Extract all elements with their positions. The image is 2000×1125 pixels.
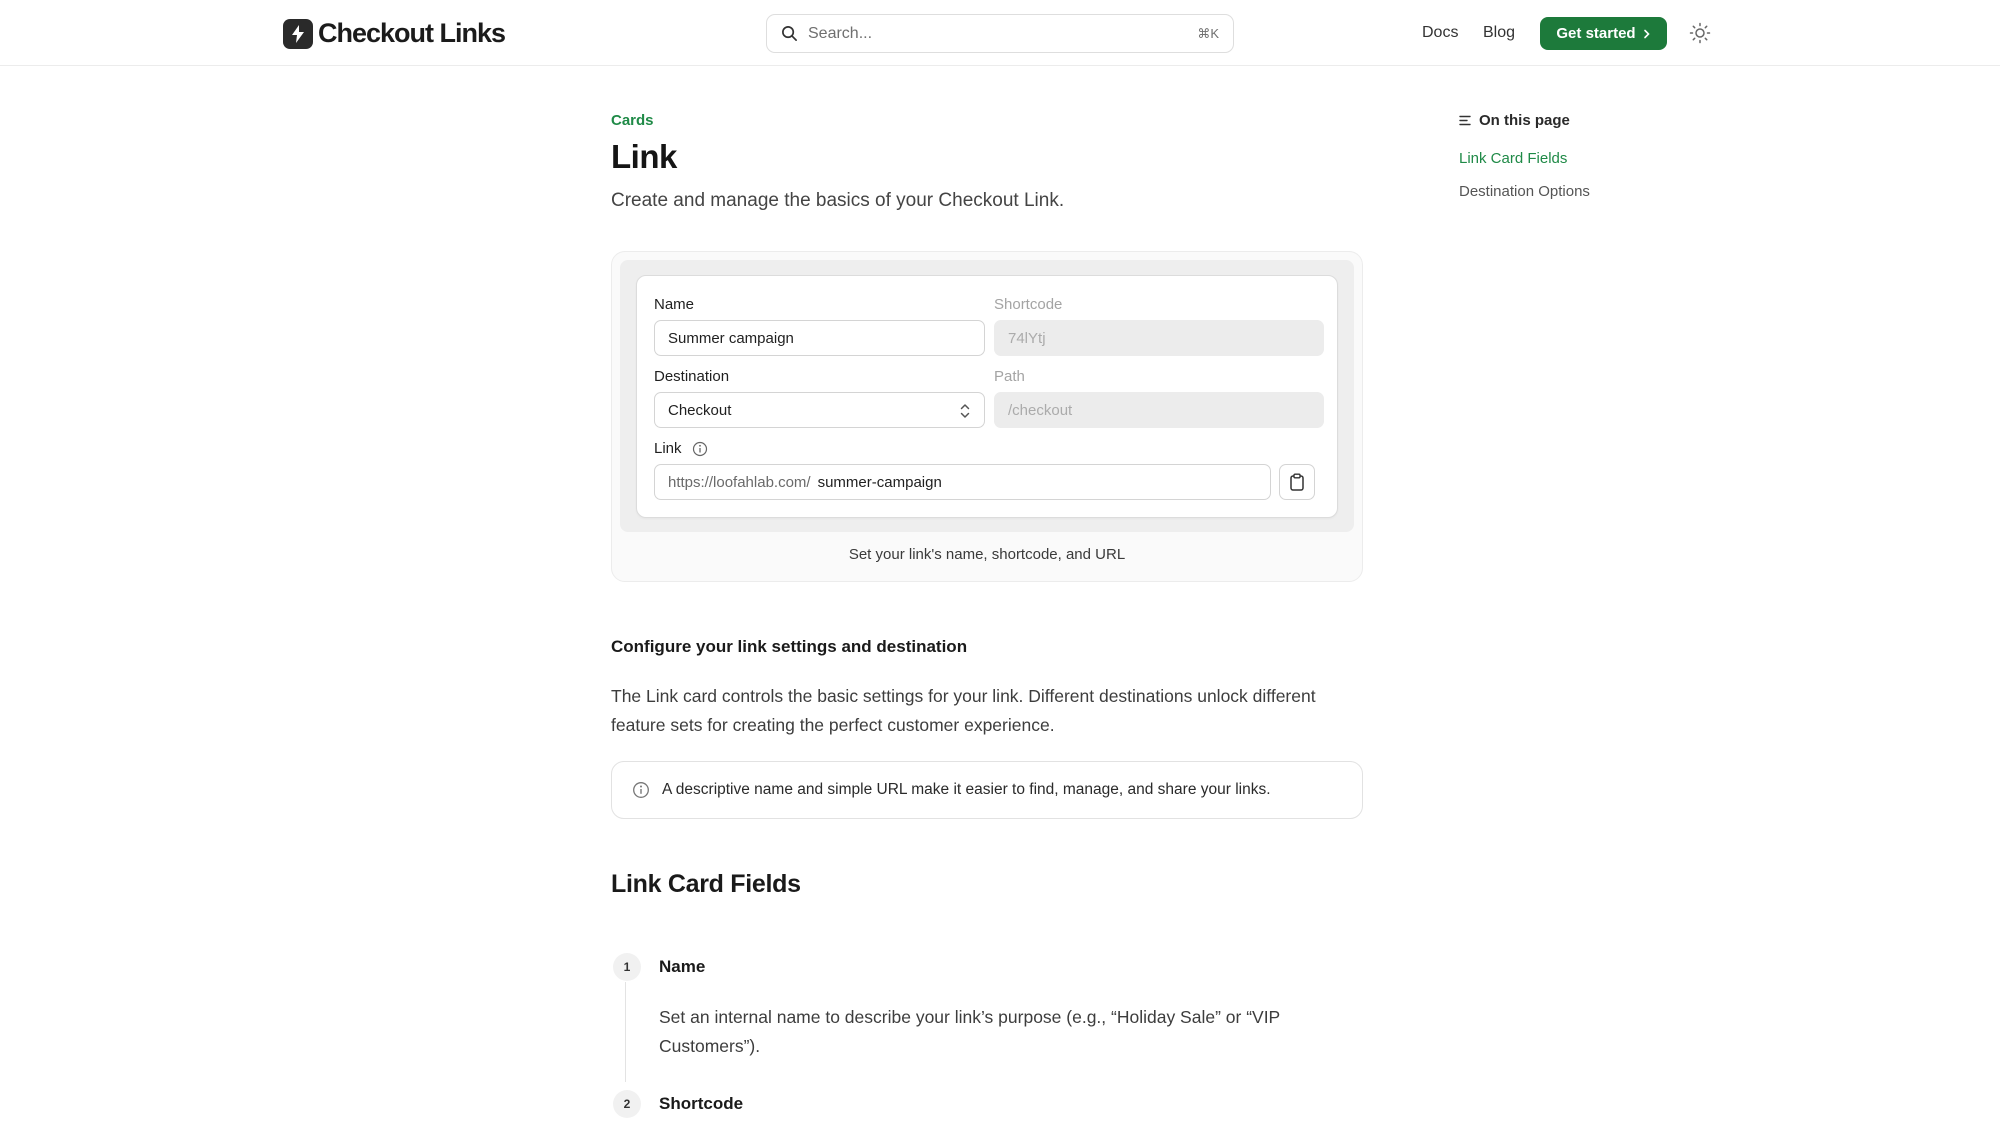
nav-blog-link[interactable]: Blog [1483, 24, 1515, 42]
get-started-button[interactable]: Get started [1540, 17, 1667, 50]
destination-value: Checkout [668, 401, 732, 419]
copy-link-button[interactable] [1279, 464, 1315, 500]
link-url-field[interactable]: https://loofahlab.com/ summer-campaign [654, 464, 1271, 500]
step-number: 2 [613, 1090, 641, 1118]
preview-frame: Name Summer campaign Shortcode 74lYtj De… [620, 260, 1354, 532]
page-subtitle: Create and manage the basics of your Che… [611, 190, 1065, 211]
destination-label: Destination [654, 368, 730, 385]
link-prefix: https://loofahlab.com/ [668, 473, 811, 491]
preview-caption: Set your link's name, shortcode, and URL [848, 546, 1126, 563]
link-card-fields-heading: Link Card Fields [611, 870, 801, 898]
logo[interactable]: Checkout Links [283, 18, 506, 49]
callout-text: A descriptive name and simple URL make i… [662, 781, 1271, 798]
clipboard-icon [1290, 473, 1304, 491]
toc-title: On this page [1459, 112, 1570, 129]
breadcrumb[interactable]: Cards [611, 112, 654, 129]
sun-icon[interactable] [1689, 22, 1711, 44]
search-icon [782, 26, 797, 41]
chevron-right-icon [1643, 29, 1650, 38]
shortcode-value: 74lYtj [1008, 329, 1046, 347]
step-description: Set an internal name to describe your li… [659, 1007, 1280, 1056]
list-icon [1459, 115, 1471, 126]
step-number: 1 [613, 953, 641, 981]
top-navigation-bar: Checkout Links Search... ⌘K Docs Blog Ge… [0, 0, 2000, 66]
link-form-card: Name Summer campaign Shortcode 74lYtj De… [636, 275, 1338, 518]
section-heading: Configure your link settings and destina… [611, 637, 968, 656]
intro-paragraph: The Link card controls the basic setting… [611, 686, 1316, 735]
shortcode-field: 74lYtj [994, 320, 1324, 356]
link-card-preview: Name Summer campaign Shortcode 74lYtj De… [611, 251, 1363, 582]
info-icon[interactable] [692, 441, 708, 457]
path-field: /checkout [994, 392, 1324, 428]
nav-docs-link[interactable]: Docs [1422, 24, 1458, 42]
toc-link-card-fields[interactable]: Link Card Fields [1459, 150, 1567, 167]
shortcode-label: Shortcode [994, 296, 1063, 313]
step-title: Name [659, 957, 706, 976]
path-value: /checkout [1008, 401, 1073, 419]
search-shortcut: ⌘K [1197, 25, 1219, 41]
toc-title-label: On this page [1479, 112, 1570, 129]
page-title: Link [611, 138, 677, 175]
lightning-bolt-icon [283, 18, 313, 49]
info-callout: A descriptive name and simple URL make i… [611, 761, 1363, 819]
link-label-wrap: Link [654, 440, 708, 457]
link-slug: summer-campaign [817, 473, 942, 491]
name-value: Summer campaign [668, 329, 794, 347]
link-label: Link [654, 440, 682, 457]
search-input[interactable]: Search... ⌘K [766, 14, 1234, 53]
step-connector [625, 982, 626, 1082]
search-placeholder: Search... [808, 24, 873, 42]
step-title: Shortcode [659, 1094, 744, 1113]
chevron-up-down-icon [960, 404, 970, 418]
toc-destination-options[interactable]: Destination Options [1459, 183, 1590, 200]
path-label: Path [994, 368, 1025, 385]
destination-select[interactable]: Checkout [654, 392, 985, 428]
name-label: Name [654, 296, 695, 313]
info-icon [633, 782, 649, 798]
logo-text: Checkout Links [318, 18, 506, 48]
get-started-label: Get started [1556, 25, 1636, 42]
name-field[interactable]: Summer campaign [654, 320, 985, 356]
